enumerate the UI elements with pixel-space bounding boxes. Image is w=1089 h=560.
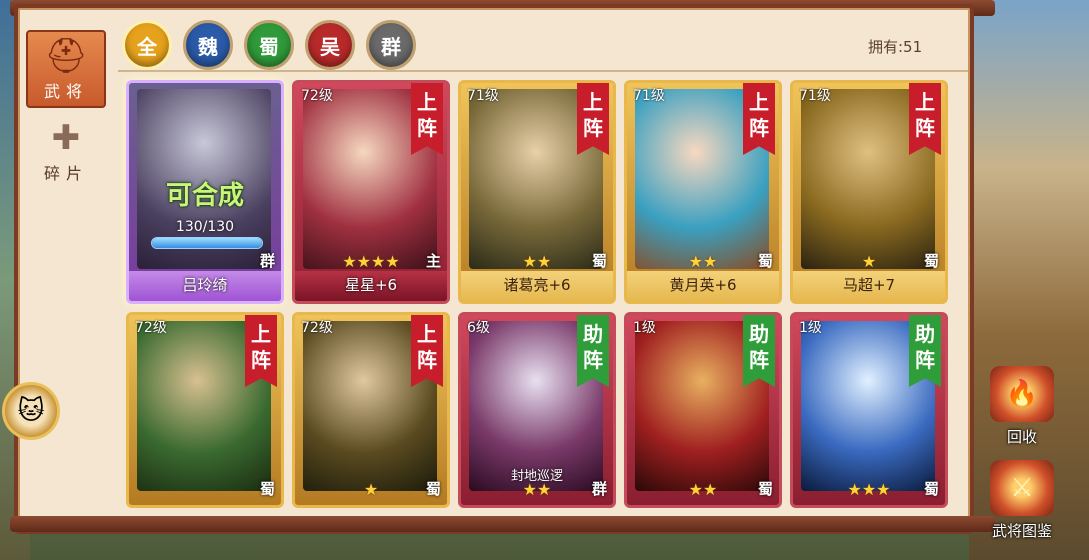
hero-card-zhuge-liang[interactable]: 71级 上阵 ★★ 蜀 诸葛亮+6 bbox=[458, 80, 616, 304]
puzzle-piece-icon: ✚ bbox=[51, 118, 81, 158]
star-rating: ★★★ bbox=[847, 480, 891, 499]
hero-level: 1级 bbox=[799, 320, 822, 336]
faction-mark: 群 bbox=[259, 252, 275, 270]
hero-name: 马超+7 bbox=[793, 271, 945, 301]
hero-card-huang-yueying[interactable]: 71级 上阵 ★★ 蜀 黄月英+6 bbox=[624, 80, 782, 304]
owned-count: 拥有:51 bbox=[868, 38, 923, 56]
faction-mark: 主 bbox=[425, 252, 441, 270]
filter-shu-label: 蜀 bbox=[259, 34, 279, 59]
faction-mark: 群 bbox=[591, 480, 607, 498]
star-rating: ★★ bbox=[522, 480, 552, 499]
star-rating: ★ bbox=[363, 480, 379, 499]
deploy-badge: 上阵 bbox=[411, 83, 443, 155]
faction-mark: 蜀 bbox=[425, 480, 441, 498]
hero-codex-button[interactable]: ⚔ 武将图鉴 bbox=[980, 460, 1064, 541]
hero-level: 72级 bbox=[301, 88, 333, 104]
filter-all-label: 全 bbox=[137, 34, 157, 59]
support-badge: 助阵 bbox=[743, 315, 775, 387]
support-badge: 助阵 bbox=[577, 315, 609, 387]
deploy-badge: 上阵 bbox=[411, 315, 443, 387]
faction-mark: 蜀 bbox=[757, 252, 773, 270]
star-rating: ★★ bbox=[522, 252, 552, 271]
hero-card[interactable]: 1级 助阵 ★★★ 蜀 bbox=[790, 312, 948, 508]
faction-filter-bar: 全 魏 蜀 吴 群 bbox=[122, 20, 416, 70]
hero-level: 72级 bbox=[135, 320, 167, 336]
deploy-badge: 上阵 bbox=[743, 83, 775, 155]
deploy-badge: 上阵 bbox=[245, 315, 277, 387]
codex-icon: ⚔ bbox=[990, 460, 1054, 516]
hero-name: 星星+6 bbox=[295, 271, 447, 301]
tab-shards-label: 碎片 bbox=[43, 164, 88, 183]
faction-mark: 蜀 bbox=[923, 480, 939, 498]
tab-shards[interactable]: ✚ 碎片 bbox=[26, 114, 106, 192]
hero-card-ma-chao[interactable]: 71级 上阵 ★ 蜀 马超+7 bbox=[790, 80, 948, 304]
faction-mark: 蜀 bbox=[591, 252, 607, 270]
faction-mark: 蜀 bbox=[259, 480, 275, 498]
star-rating: ★ bbox=[861, 252, 877, 271]
support-badge: 助阵 bbox=[909, 315, 941, 387]
filter-wu-label: 吴 bbox=[320, 34, 340, 59]
star-rating: ★★★★ bbox=[342, 252, 400, 271]
filter-wei-label: 魏 bbox=[198, 34, 218, 59]
shard-progress-text: 130/130 bbox=[175, 219, 235, 235]
furnace-icon: 🔥 bbox=[990, 366, 1054, 422]
hero-name: 吕玲绮 bbox=[129, 271, 281, 301]
hero-name: 诸葛亮+6 bbox=[461, 271, 613, 301]
faction-mark: 蜀 bbox=[923, 252, 939, 270]
deploy-badge: 上阵 bbox=[909, 83, 941, 155]
hero-level: 71级 bbox=[799, 88, 831, 104]
shard-progress-bar bbox=[151, 237, 263, 249]
hero-card[interactable]: 6级 助阵 封地巡逻 ★★ 群 bbox=[458, 312, 616, 508]
recycle-label: 回收 bbox=[1006, 428, 1037, 446]
filter-shu[interactable]: 蜀 bbox=[244, 20, 294, 70]
filter-qun[interactable]: 群 bbox=[366, 20, 416, 70]
hero-level: 71级 bbox=[467, 88, 499, 104]
hero-level: 1级 bbox=[633, 320, 656, 336]
filter-qun-label: 群 bbox=[381, 34, 401, 59]
hero-codex-label: 武将图鉴 bbox=[991, 522, 1052, 540]
hero-name: 黄月英+6 bbox=[627, 271, 779, 301]
filter-wei[interactable]: 魏 bbox=[183, 20, 233, 70]
pet-avatar-button[interactable]: 🐱 bbox=[2, 382, 60, 440]
filter-all[interactable]: 全 bbox=[122, 20, 172, 70]
tab-heroes[interactable]: ⛑ 武将 bbox=[26, 30, 106, 108]
synthesize-label: 可合成 bbox=[165, 181, 244, 211]
hero-card-xingxing[interactable]: 72级 上阵 ★★★★ 主 星星+6 bbox=[292, 80, 450, 304]
divider bbox=[118, 70, 968, 72]
cat-icon: 🐱 bbox=[17, 396, 45, 426]
filter-wu[interactable]: 吴 bbox=[305, 20, 355, 70]
hero-card[interactable]: 72级 上阵 ★ 蜀 bbox=[292, 312, 450, 508]
hero-card[interactable]: 1级 助阵 ★★ 蜀 bbox=[624, 312, 782, 508]
hero-level: 6级 bbox=[467, 320, 490, 336]
tab-heroes-label: 武将 bbox=[43, 82, 88, 101]
hero-card[interactable]: 72级 上阵 蜀 bbox=[126, 312, 284, 508]
deploy-badge: 上阵 bbox=[577, 83, 609, 155]
hero-level: 71级 bbox=[633, 88, 665, 104]
star-rating: ★★ bbox=[688, 252, 718, 271]
panel-bottom-rim bbox=[10, 516, 995, 532]
star-rating: ★★ bbox=[688, 480, 718, 499]
hero-level: 72级 bbox=[301, 320, 333, 336]
recycle-button[interactable]: 🔥 回收 bbox=[980, 366, 1064, 447]
faction-mark: 蜀 bbox=[757, 480, 773, 498]
hero-card-lv-lingqi[interactable]: 可合成 130/130 群 吕玲绮 bbox=[126, 80, 284, 304]
helmet-icon: ⛑ bbox=[44, 36, 88, 76]
hero-grid: 可合成 130/130 群 吕玲绮 72级 上阵 ★★★★ 主 星星+6 71级… bbox=[126, 80, 952, 512]
